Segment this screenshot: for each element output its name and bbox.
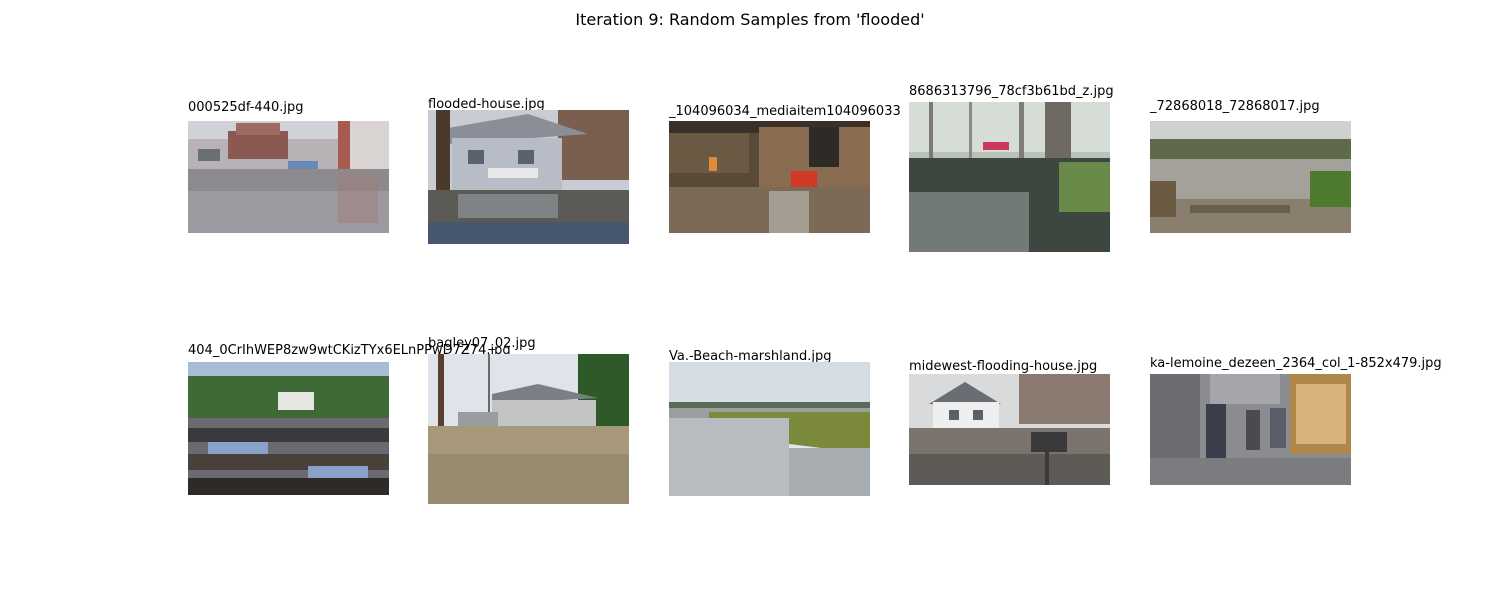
sample-title: _72868018_72868017.jpg	[1150, 99, 1320, 114]
flooded-shop-photo	[669, 121, 870, 233]
flooded-white-house-photo	[909, 374, 1110, 485]
flooded-forest-photo	[909, 102, 1110, 252]
sample-title: 8686313796_78cf3b61bd_z.jpg	[909, 84, 1114, 99]
flooded-parking-lot-photo	[188, 121, 389, 233]
sample-title: bagley07_02.jpg	[428, 336, 536, 351]
sample-title: 000525df-440.jpg	[188, 100, 304, 115]
marshland-photo	[669, 362, 870, 496]
flooded-arcade-photo	[1150, 374, 1351, 485]
flooded-field-photo	[1150, 121, 1351, 233]
sample-title: midewest-flooding-house.jpg	[909, 359, 1098, 374]
flooded-stumps-photo	[188, 362, 389, 495]
sample-title: ka-lemoine_dezeen_2364_col_1-852x479.jpg	[1150, 356, 1442, 371]
sample-title: _104096034_mediaitem104096033	[669, 104, 901, 119]
figure-title: Iteration 9: Random Samples from 'floode…	[575, 10, 925, 29]
flooded-house-photo	[428, 110, 629, 244]
flooded-street-house-photo	[428, 354, 629, 504]
